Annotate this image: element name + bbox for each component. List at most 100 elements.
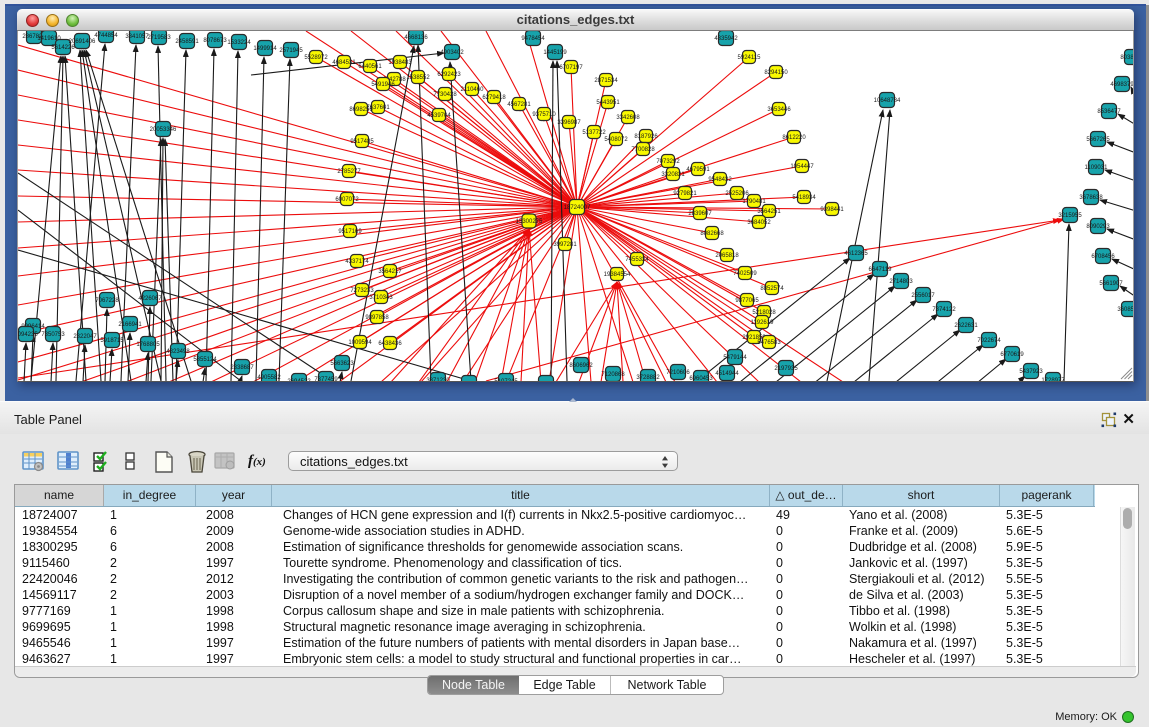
svg-text:3341057: 3341057 [125, 34, 149, 40]
svg-text:3728882: 3728882 [636, 375, 660, 381]
svg-text:6007072: 6007072 [335, 197, 359, 203]
svg-text:4684531: 4684531 [332, 60, 356, 66]
svg-text:5408072: 5408072 [604, 137, 628, 143]
svg-text:8294150: 8294150 [764, 70, 788, 76]
svg-text:7210606: 7210606 [666, 370, 690, 376]
svg-text:8606962: 8606962 [569, 363, 593, 369]
svg-text:3564217: 3564217 [378, 269, 402, 275]
svg-text:7022674: 7022674 [977, 338, 1001, 344]
svg-text:1938483: 1938483 [388, 60, 412, 66]
svg-text:3215955: 3215955 [1058, 213, 1082, 219]
svg-text:5924115: 5924115 [738, 55, 762, 61]
svg-text:3320821: 3320821 [661, 172, 685, 178]
svg-text:4903402: 4903402 [440, 50, 464, 56]
svg-text:15300275: 15300275 [516, 219, 543, 225]
svg-text:3871230: 3871230 [426, 378, 450, 382]
svg-text:1054447: 1054447 [790, 164, 814, 170]
svg-text:4679591: 4679591 [686, 167, 710, 173]
svg-text:6960453: 6960453 [689, 376, 713, 382]
svg-text:2525206: 2525206 [725, 191, 749, 197]
svg-text:2065818: 2065818 [715, 253, 739, 259]
svg-text:10648784: 10648784 [874, 98, 901, 104]
svg-text:5418934: 5418934 [792, 195, 816, 201]
svg-text:6647119: 6647119 [869, 267, 893, 273]
svg-text:6279418: 6279418 [482, 95, 506, 101]
svg-text:8612220: 8612220 [782, 135, 806, 141]
svg-text:1009594: 1009594 [348, 340, 372, 346]
svg-text:6292423: 6292423 [437, 72, 461, 78]
svg-text:18724007: 18724007 [564, 205, 591, 211]
svg-text:7700828: 7700828 [631, 147, 655, 153]
svg-text:3741438: 3741438 [534, 381, 558, 382]
svg-text:5663623: 5663623 [330, 361, 354, 367]
svg-text:8698256: 8698256 [349, 107, 373, 113]
svg-text:9517485: 9517485 [350, 139, 374, 145]
svg-text:8536477: 8536477 [1097, 109, 1121, 115]
svg-text:2839607: 2839607 [688, 211, 712, 217]
svg-text:5918715: 5918715 [100, 338, 124, 344]
svg-text:5137722: 5137722 [582, 130, 606, 136]
svg-text:6770619: 6770619 [1000, 352, 1024, 358]
svg-text:4612365: 4612365 [844, 251, 868, 257]
svg-text:8078673: 8078673 [203, 38, 227, 44]
svg-text:7374122: 7374122 [932, 307, 956, 313]
svg-text:8038374: 8038374 [1120, 55, 1134, 61]
svg-text:7402509: 7402509 [733, 271, 757, 277]
svg-text:1192619: 1192619 [751, 320, 775, 326]
svg-text:6707197: 6707197 [559, 65, 583, 71]
svg-text:5443951: 5443951 [596, 100, 620, 106]
svg-text:2571945: 2571945 [279, 48, 303, 54]
svg-text:1445199: 1445199 [543, 50, 567, 56]
svg-text:7455324: 7455324 [625, 257, 649, 263]
svg-text:8187926: 8187926 [634, 134, 658, 140]
svg-text:7120868: 7120868 [601, 372, 625, 378]
svg-text:4514944: 4514944 [715, 371, 739, 377]
svg-text:8852574: 8852574 [760, 286, 784, 292]
svg-text:4668136: 4668136 [404, 35, 428, 41]
svg-text:4823498: 4823498 [166, 349, 190, 355]
svg-text:9548432: 9548432 [708, 177, 732, 183]
svg-text:6440561: 6440561 [358, 64, 382, 70]
svg-text:4337174: 4337174 [345, 259, 369, 265]
svg-text:3342608: 3342608 [616, 115, 640, 121]
svg-text:4744854: 4744854 [94, 33, 118, 39]
svg-text:4335942: 4335942 [714, 36, 738, 42]
svg-text:1728977: 1728977 [1041, 378, 1065, 382]
svg-text:3653446: 3653446 [767, 107, 791, 113]
svg-text:3094235: 3094235 [18, 332, 38, 338]
svg-text:1499914: 1499914 [253, 46, 277, 52]
svg-text:5667265: 5667265 [1086, 137, 1110, 143]
svg-text:2694522: 2694522 [287, 379, 311, 382]
svg-text:2785277: 2785277 [337, 169, 361, 175]
svg-text:20053346: 20053346 [150, 127, 177, 133]
svg-text:5107245: 5107245 [494, 379, 518, 382]
svg-text:5661907: 5661907 [1099, 281, 1123, 287]
svg-text:7073292: 7073292 [656, 159, 680, 165]
svg-text:4905582: 4905582 [257, 375, 281, 381]
svg-text:1109031: 1109031 [1085, 165, 1109, 171]
svg-text:5491946: 5491946 [371, 82, 395, 88]
svg-text:9478454: 9478454 [521, 36, 545, 42]
svg-text:9877065: 9877065 [735, 298, 759, 304]
svg-text:4567281: 4567281 [507, 102, 531, 108]
svg-text:2338687: 2338687 [230, 365, 254, 371]
svg-text:3678638: 3678638 [1079, 195, 1103, 201]
svg-text:2556017: 2556017 [911, 293, 935, 299]
svg-text:2458591: 2458591 [175, 39, 199, 45]
svg-text:4539704: 4539704 [427, 113, 451, 119]
svg-text:6438436: 6438436 [378, 341, 402, 347]
svg-text:7067228: 7067228 [95, 298, 119, 304]
svg-text:5528972: 5528972 [304, 55, 328, 61]
svg-text:3684052: 3684052 [747, 220, 771, 226]
svg-text:1533224: 1533224 [227, 40, 251, 46]
svg-text:7377459: 7377459 [314, 377, 338, 382]
svg-text:2622631: 2622631 [954, 323, 978, 329]
svg-text:3396987: 3396987 [557, 120, 581, 126]
svg-text:9398441: 9398441 [820, 207, 844, 213]
svg-text:7273233: 7273233 [350, 288, 374, 294]
svg-text:9961380: 9961380 [457, 381, 481, 382]
svg-text:2714803: 2714803 [889, 279, 913, 285]
svg-text:9897858: 9897858 [365, 315, 389, 321]
svg-text:2871534: 2871534 [594, 78, 618, 84]
svg-text:3564251: 3564251 [757, 209, 781, 215]
